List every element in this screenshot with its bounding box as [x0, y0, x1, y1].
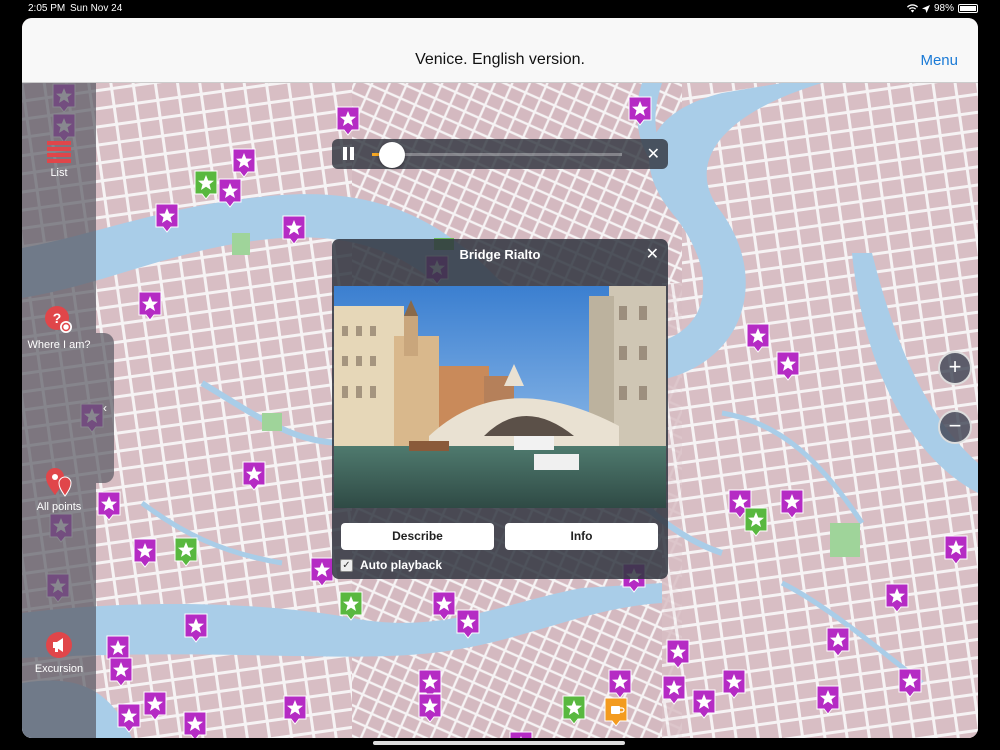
status-date: Sun Nov 24: [70, 3, 123, 14]
list-icon: [47, 141, 71, 163]
progress-track[interactable]: [372, 142, 622, 168]
pause-button[interactable]: [342, 147, 356, 161]
sidebar-item-excursion[interactable]: Excursion: [22, 631, 96, 675]
poi-marker[interactable]: [692, 689, 716, 719]
all-points-icon: [46, 468, 72, 497]
poi-marker[interactable]: [283, 695, 307, 725]
info-button[interactable]: Info: [505, 523, 658, 550]
cafe-marker[interactable]: [604, 697, 628, 727]
player-close-button[interactable]: ✕: [647, 144, 660, 164]
status-bar: 2:05 PM Sun Nov 24 98%: [0, 0, 1000, 18]
poi-marker[interactable]: [776, 351, 800, 381]
poi-marker[interactable]: [133, 538, 157, 568]
navigation-bar: Venice. English version. Menu: [22, 18, 978, 83]
poi-marker[interactable]: [336, 106, 360, 136]
sidebar-collapse-handle[interactable]: ‹: [96, 333, 114, 483]
poi-popup: Bridge Rialto ✕ Describe Info ✓ Auto pla…: [332, 239, 668, 579]
poi-marker[interactable]: [608, 669, 632, 699]
poi-marker[interactable]: [456, 609, 480, 639]
poi-marker[interactable]: [666, 639, 690, 669]
poi-marker[interactable]: [184, 613, 208, 643]
auto-playback-label: Auto playback: [360, 558, 443, 572]
location-question-icon: ?: [45, 306, 72, 333]
poi-marker[interactable]: [232, 148, 256, 178]
rialto-photo-illustration: [334, 286, 666, 508]
green-poi-marker[interactable]: [744, 507, 768, 537]
poi-marker[interactable]: [628, 96, 652, 126]
status-time: 2:05 PM: [28, 3, 66, 14]
status-right: 98%: [906, 3, 978, 14]
auto-playback-checkbox[interactable]: ✓: [340, 559, 353, 572]
poi-marker[interactable]: [509, 731, 533, 738]
green-poi-marker[interactable]: [562, 695, 586, 725]
green-poi-marker[interactable]: [194, 170, 218, 200]
poi-marker[interactable]: [418, 693, 442, 723]
poi-marker[interactable]: [109, 657, 133, 687]
sidebar-item-label: Excursion: [34, 663, 84, 675]
wifi-icon: [906, 4, 918, 13]
home-indicator: [373, 741, 625, 745]
app-screen: + − List ? Where I am? All points Excurs…: [22, 18, 978, 738]
sidebar-item-label: List: [50, 167, 68, 179]
audio-player: ✕: [332, 139, 668, 169]
sidebar-item-list[interactable]: List: [22, 141, 96, 179]
poi-marker[interactable]: [944, 535, 968, 565]
poi-marker[interactable]: [898, 668, 922, 698]
sidebar: List ? Where I am? All points Excursion: [22, 83, 96, 738]
poi-marker[interactable]: [722, 669, 746, 699]
zoom-out-button[interactable]: −: [938, 410, 972, 444]
location-arrow-icon: [921, 4, 930, 13]
battery-icon: [958, 4, 978, 13]
popup-close-button[interactable]: ✕: [646, 244, 659, 264]
poi-marker[interactable]: [885, 583, 909, 613]
zoom-in-button[interactable]: +: [938, 351, 972, 385]
poi-marker[interactable]: [97, 491, 121, 521]
popup-title: Bridge Rialto: [459, 247, 541, 262]
describe-button[interactable]: Describe: [341, 523, 494, 550]
poi-marker[interactable]: [282, 215, 306, 245]
poi-marker[interactable]: [826, 627, 850, 657]
poi-marker[interactable]: [218, 178, 242, 208]
poi-marker[interactable]: [746, 323, 770, 353]
green-poi-marker[interactable]: [339, 591, 363, 621]
poi-marker[interactable]: [183, 711, 207, 738]
poi-marker[interactable]: [432, 591, 456, 621]
sidebar-item-all-points[interactable]: All points: [22, 467, 96, 513]
poi-marker[interactable]: [816, 685, 840, 715]
device: 2:05 PM Sun Nov 24 98% + − List ? Where …: [0, 0, 1000, 750]
poi-marker[interactable]: [242, 461, 266, 491]
sidebar-item-label: All points: [36, 501, 82, 513]
poi-marker[interactable]: [310, 557, 334, 587]
poi-marker[interactable]: [662, 675, 686, 705]
page-title: Venice. English version.: [415, 51, 585, 68]
progress-knob[interactable]: [379, 142, 405, 168]
poi-marker[interactable]: [138, 291, 162, 321]
green-poi-marker[interactable]: [174, 537, 198, 567]
sidebar-item-label: Where I am?: [27, 339, 91, 351]
poi-photo: [334, 286, 666, 508]
svg-text:?: ?: [53, 310, 62, 326]
battery-percent: 98%: [933, 3, 954, 14]
poi-marker[interactable]: [155, 203, 179, 233]
sidebar-item-where-i-am[interactable]: ? Where I am?: [22, 305, 96, 351]
megaphone-icon: [46, 632, 72, 658]
poi-marker[interactable]: [780, 489, 804, 519]
poi-marker[interactable]: [143, 691, 167, 721]
menu-button[interactable]: Menu: [920, 52, 958, 69]
poi-marker[interactable]: [117, 703, 141, 733]
